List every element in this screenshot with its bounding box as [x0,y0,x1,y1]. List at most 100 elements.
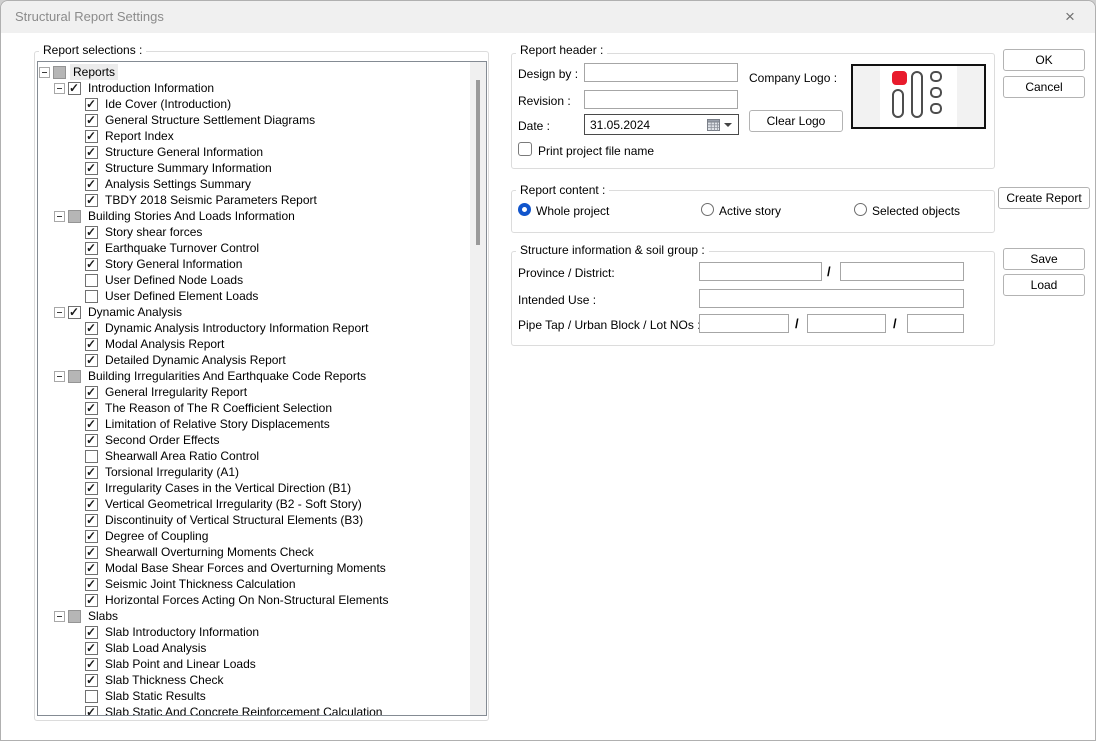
tree-item[interactable]: Story General Information [39,256,469,272]
intended-use-input[interactable] [699,289,964,308]
tree-item[interactable]: General Irregularity Report [39,384,469,400]
tree-checkbox[interactable] [85,273,98,287]
tree-item[interactable]: Slab Load Analysis [39,640,469,656]
lot-nos-input[interactable] [907,314,964,333]
pipe-tap-input[interactable] [699,314,789,333]
tree-scrollbar-thumb[interactable] [476,80,480,245]
tree-item[interactable]: Seismic Joint Thickness Calculation [39,576,469,592]
tree-checkbox[interactable] [85,241,98,255]
tree-item[interactable]: Story shear forces [39,224,469,240]
tree-checkbox[interactable] [85,177,98,191]
tree-checkbox[interactable] [53,65,66,79]
tree-item-label[interactable]: Story shear forces [102,224,205,240]
tree-item[interactable]: Slab Point and Linear Loads [39,656,469,672]
tree-item-label[interactable]: Slab Thickness Check [102,672,227,688]
ok-button[interactable]: OK [1003,49,1085,71]
tree-checkbox[interactable] [85,705,98,715]
tree-item-label[interactable]: Earthquake Turnover Control [102,240,262,256]
tree-item-label[interactable]: Dynamic Analysis Introductory Informatio… [102,320,371,336]
tree-item-label[interactable]: Slab Introductory Information [102,624,262,640]
tree-item[interactable]: User Defined Element Loads [39,288,469,304]
radio-label-selected-objects[interactable]: Selected objects [872,204,960,218]
district-input[interactable] [840,262,964,281]
tree-item[interactable]: Shearwall Overturning Moments Check [39,544,469,560]
tree-scrollbar[interactable] [470,62,486,715]
tree-item[interactable]: Second Order Effects [39,432,469,448]
tree-item[interactable]: Detailed Dynamic Analysis Report [39,352,469,368]
tree-item-label[interactable]: Vertical Geometrical Irregularity (B2 - … [102,496,365,512]
tree-item[interactable]: User Defined Node Loads [39,272,469,288]
tree-item[interactable]: Dynamic Analysis Introductory Informatio… [39,320,469,336]
tree-checkbox[interactable] [85,577,98,591]
tree-item[interactable]: Reports [39,64,469,80]
tree-item-label[interactable]: User Defined Node Loads [102,272,246,288]
tree-checkbox[interactable] [85,641,98,655]
radio-selected-objects[interactable] [854,203,867,216]
tree-checkbox[interactable] [85,689,98,703]
tree-item-label[interactable]: General Structure Settlement Diagrams [102,112,318,128]
tree-item-label[interactable]: User Defined Element Loads [102,288,261,304]
title-bar[interactable]: Structural Report Settings × [1,1,1095,33]
tree-item-label[interactable]: Shearwall Overturning Moments Check [102,544,317,560]
tree-item-label[interactable]: Introduction Information [85,80,217,96]
cancel-button[interactable]: Cancel [1003,76,1085,98]
tree-checkbox[interactable] [85,657,98,671]
tree-checkbox[interactable] [85,625,98,639]
tree-collapse-icon[interactable] [54,370,65,382]
create-report-button[interactable]: Create Report [998,187,1090,209]
tree-item[interactable]: Degree of Coupling [39,528,469,544]
tree-item[interactable]: TBDY 2018 Seismic Parameters Report [39,192,469,208]
tree-item-label[interactable]: Slab Load Analysis [102,640,209,656]
tree-item[interactable]: Introduction Information [39,80,469,96]
tree-item[interactable]: Modal Analysis Report [39,336,469,352]
tree-checkbox[interactable] [85,289,98,303]
tree-checkbox[interactable] [68,209,81,223]
tree-item-label[interactable]: Modal Base Shear Forces and Overturning … [102,560,389,576]
tree-item-label[interactable]: Analysis Settings Summary [102,176,254,192]
tree-item-label[interactable]: Torsional Irregularity (A1) [102,464,242,480]
tree-item[interactable]: Discontinuity of Vertical Structural Ele… [39,512,469,528]
tree-item-label[interactable]: Shearwall Area Ratio Control [102,448,262,464]
tree-item[interactable]: Torsional Irregularity (A1) [39,464,469,480]
radio-label-active-story[interactable]: Active story [719,204,781,218]
tree-item[interactable]: Shearwall Area Ratio Control [39,448,469,464]
tree-checkbox[interactable] [85,433,98,447]
tree-checkbox[interactable] [68,81,81,95]
tree-item-label[interactable]: Ide Cover (Introduction) [102,96,234,112]
tree-item[interactable]: Ide Cover (Introduction) [39,96,469,112]
tree-item[interactable]: Structure Summary Information [39,160,469,176]
tree-item-label[interactable]: General Irregularity Report [102,384,250,400]
tree-item[interactable]: Vertical Geometrical Irregularity (B2 - … [39,496,469,512]
tree-checkbox[interactable] [85,225,98,239]
tree-item-label[interactable]: Structure Summary Information [102,160,275,176]
tree-item-label[interactable]: Building Stories And Loads Information [85,208,298,224]
tree-checkbox[interactable] [85,529,98,543]
tree-checkbox[interactable] [85,497,98,511]
tree-item[interactable]: Slab Static And Concrete Reinforcement C… [39,704,469,715]
tree-checkbox[interactable] [85,673,98,687]
tree-item-label[interactable]: Slab Static Results [102,688,209,704]
tree-item[interactable]: Earthquake Turnover Control [39,240,469,256]
tree-item-label[interactable]: Discontinuity of Vertical Structural Ele… [102,512,366,528]
tree-item-label[interactable]: Structure General Information [102,144,266,160]
tree-item-label[interactable]: Report Index [102,128,177,144]
tree-checkbox[interactable] [85,353,98,367]
tree-item[interactable]: Analysis Settings Summary [39,176,469,192]
tree-item[interactable]: Building Irregularities And Earthquake C… [39,368,469,384]
tree-collapse-icon[interactable] [54,82,65,94]
tree-item-label[interactable]: Degree of Coupling [102,528,211,544]
tree-checkbox[interactable] [68,305,81,319]
tree-item-label[interactable]: Story General Information [102,256,245,272]
radio-whole-project[interactable] [518,203,531,216]
tree-item-label[interactable]: The Reason of The R Coefficient Selectio… [102,400,335,416]
tree-item[interactable]: Building Stories And Loads Information [39,208,469,224]
report-selections-tree[interactable]: ReportsIntroduction InformationIde Cover… [37,61,487,716]
tree-checkbox[interactable] [85,401,98,415]
tree-checkbox[interactable] [85,385,98,399]
tree-checkbox[interactable] [85,513,98,527]
tree-checkbox[interactable] [85,113,98,127]
tree-checkbox[interactable] [85,545,98,559]
tree-item[interactable]: Irregularity Cases in the Vertical Direc… [39,480,469,496]
radio-label-whole-project[interactable]: Whole project [536,204,609,218]
tree-checkbox[interactable] [68,609,81,623]
